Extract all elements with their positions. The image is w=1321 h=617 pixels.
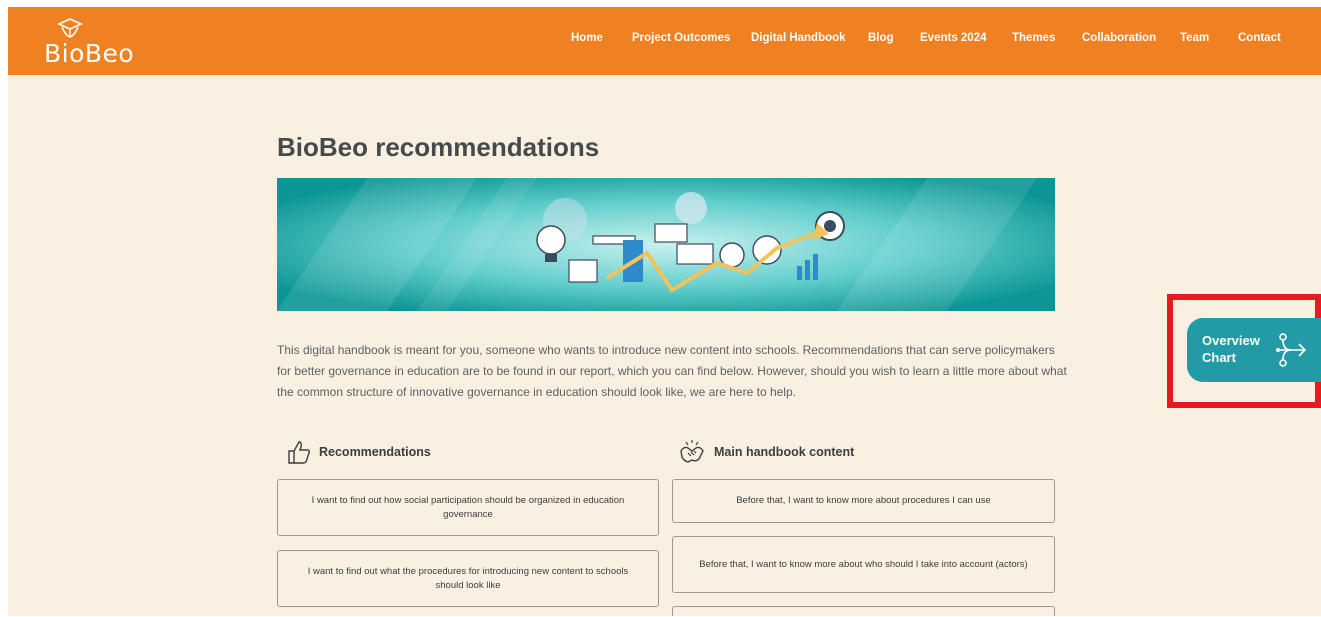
handbook-heading: Main handbook content	[678, 439, 854, 465]
recommendation-card-procedures[interactable]: I want to find out what the procedures f…	[277, 550, 659, 607]
brand-name: BioBeo	[44, 39, 135, 68]
nav-digital-handbook[interactable]: Digital Handbook	[751, 32, 846, 44]
thumbs-up-icon	[288, 441, 311, 464]
nav-contact[interactable]: Contact	[1238, 32, 1281, 44]
overview-chart-label: Overview Chart	[1202, 333, 1260, 365]
nav-collaboration[interactable]: Collaboration	[1082, 32, 1156, 44]
nav-home[interactable]: Home	[571, 32, 603, 44]
logo-leaf-icon	[57, 18, 83, 38]
handbook-card-actors[interactable]: Before that, I want to know more about w…	[672, 536, 1055, 593]
recommendation-card-social-participation[interactable]: I want to find out how social participat…	[277, 479, 659, 536]
nav-team[interactable]: Team	[1180, 32, 1209, 44]
site-logo[interactable]: BioBeo	[44, 17, 154, 69]
page-frame: BioBeo Home Project Outcomes Digital Han…	[8, 7, 1321, 616]
handbook-heading-label: Main handbook content	[714, 445, 855, 459]
card-label: Before that, I want to know more about p…	[736, 495, 991, 506]
highlight-box: Overview Chart	[1167, 294, 1321, 408]
recommendations-heading: Recommendations	[287, 439, 431, 465]
overview-chart-button[interactable]: Overview Chart	[1187, 318, 1321, 382]
intro-paragraph: This digital handbook is meant for you, …	[277, 343, 1067, 399]
recommendations-heading-label: Recommendations	[319, 445, 431, 459]
hero-banner-image	[277, 178, 1055, 311]
nav-project-outcomes[interactable]: Project Outcomes	[632, 32, 730, 44]
handshake-icon	[680, 440, 704, 463]
nav-themes[interactable]: Themes	[1012, 32, 1055, 44]
card-label: Before that, I want to know more about w…	[699, 558, 1028, 570]
flow-split-icon	[1276, 333, 1307, 367]
nav-events-2024[interactable]: Events 2024	[920, 32, 987, 44]
handbook-card-next[interactable]	[672, 606, 1055, 616]
top-navbar: BioBeo Home Project Outcomes Digital Han…	[8, 7, 1321, 75]
card-label: I want to find out how social participat…	[311, 494, 625, 520]
handbook-card-procedures[interactable]: Before that, I want to know more about p…	[672, 479, 1055, 523]
page-title: BioBeo recommendations	[277, 132, 600, 162]
nav-blog[interactable]: Blog	[868, 32, 894, 44]
card-label: I want to find out what the procedures f…	[307, 565, 629, 591]
